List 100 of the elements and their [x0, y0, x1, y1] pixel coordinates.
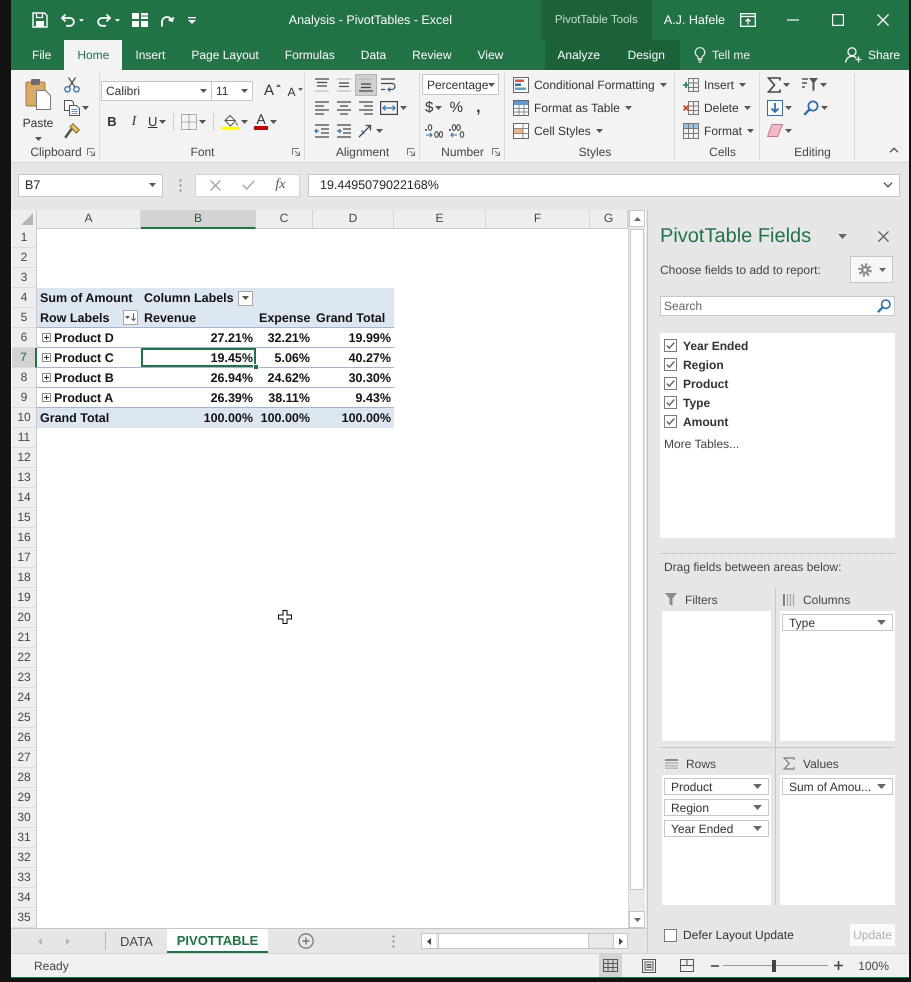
ribbon-tab[interactable]: Analyze [545, 40, 612, 70]
row-header[interactable]: 5 [12, 308, 37, 328]
column-header[interactable]: D [313, 210, 394, 229]
collapse-ribbon-button[interactable] [887, 145, 901, 155]
tell-me-button[interactable]: Tell me [690, 40, 754, 70]
row-header[interactable]: 31 [12, 828, 37, 848]
row-header[interactable]: 10 [12, 408, 37, 428]
row-header[interactable]: 9 [12, 388, 37, 408]
row-header[interactable]: 29 [12, 788, 37, 808]
vertical-dots-icon[interactable] [179, 178, 182, 192]
field-chip[interactable]: Sum of Amou... [782, 778, 893, 795]
more-tables-link[interactable]: More Tables... [664, 437, 740, 451]
expand-icon[interactable] [42, 373, 51, 382]
ribbon-tab[interactable]: Data [348, 40, 400, 70]
format-as-table-button[interactable]: Format as Table [510, 96, 635, 118]
column-header[interactable]: B [141, 210, 256, 229]
field-label[interactable]: Amount [683, 414, 728, 428]
column-header[interactable]: G [590, 210, 628, 229]
row-header[interactable]: 35 [12, 908, 37, 928]
sheet-tab[interactable]: PIVOTTABLE [166, 929, 268, 953]
column-header[interactable]: C [256, 210, 313, 229]
field-label[interactable]: Product [683, 376, 728, 390]
zoom-level[interactable]: 100% [858, 958, 889, 972]
vertical-scrollbar[interactable] [628, 210, 645, 928]
expand-icon[interactable] [42, 353, 51, 362]
row-header[interactable]: 14 [12, 488, 37, 508]
row-header[interactable]: 24 [12, 688, 37, 708]
row-header[interactable]: 19 [12, 588, 37, 608]
ribbon-tab[interactable]: Insert [122, 40, 178, 70]
column-header[interactable]: A [37, 210, 141, 229]
row-header[interactable]: 20 [12, 608, 37, 628]
bold-button[interactable]: B [101, 110, 123, 132]
column-header[interactable]: F [486, 210, 590, 229]
comma-style-button[interactable]: , [467, 96, 490, 118]
field-chip[interactable]: Product [664, 778, 769, 795]
formula-field[interactable]: 19.4495079022168% [308, 174, 900, 196]
dialog-launcher-button[interactable] [491, 147, 501, 158]
dialog-launcher-button[interactable] [406, 147, 416, 158]
font-name-field[interactable]: Calibri [101, 80, 212, 100]
ribbon-tab[interactable]: Design [612, 40, 680, 70]
row-header[interactable]: 28 [12, 768, 37, 788]
field-chip[interactable]: Year Ended [664, 820, 769, 837]
paste-button[interactable]: Paste [15, 73, 61, 144]
checkbox[interactable] [664, 396, 677, 409]
percent-button[interactable]: % [445, 96, 468, 118]
close-pane-button[interactable] [876, 228, 891, 244]
row-header[interactable]: 25 [12, 708, 37, 728]
checkbox[interactable] [664, 928, 677, 942]
row-header[interactable]: 8 [12, 368, 37, 388]
row-header[interactable]: 11 [12, 428, 37, 448]
field-label[interactable]: Type [683, 396, 710, 410]
scroll-down-button[interactable] [629, 911, 645, 928]
zoom-slider-thumb[interactable] [772, 960, 776, 972]
insert-function-button[interactable]: fx [273, 177, 288, 193]
checkbox[interactable] [664, 377, 677, 390]
row-header[interactable]: 4 [12, 288, 37, 308]
font-size-field[interactable]: 11 [211, 80, 253, 100]
field-label[interactable]: Year Ended [683, 338, 748, 352]
row-header[interactable]: 33 [12, 868, 37, 888]
row-header[interactable]: 16 [12, 528, 37, 548]
normal-view-button[interactable] [599, 954, 622, 977]
column-header[interactable]: E [394, 210, 486, 229]
shrink-font-button[interactable]: A [284, 80, 306, 102]
bottom-align-button[interactable] [355, 74, 377, 96]
row-header[interactable]: 12 [12, 448, 37, 468]
row-header[interactable]: 13 [12, 468, 37, 488]
cell-styles-button[interactable]: Cell Styles [510, 120, 606, 142]
scroll-right-button[interactable] [613, 934, 627, 948]
font-color-button[interactable]: A [251, 110, 280, 132]
delete-cells-button[interactable]: Delete [680, 96, 754, 118]
row-header[interactable]: 17 [12, 548, 37, 568]
scrollbar-thumb[interactable] [630, 229, 644, 890]
number-format-field[interactable]: Percentage [422, 74, 499, 95]
checkbox[interactable] [664, 339, 677, 352]
defer-update-label[interactable]: Defer Layout Update [683, 928, 794, 942]
row-header[interactable]: 15 [12, 508, 37, 528]
share-button[interactable]: Share [844, 40, 900, 70]
currency-button[interactable]: $ [422, 96, 446, 118]
user-name[interactable]: A.J. Hafele [664, 9, 725, 31]
fill-handle[interactable] [253, 364, 259, 370]
ribbon-tab[interactable]: Page Layout [178, 40, 272, 70]
row-header[interactable]: 30 [12, 808, 37, 828]
ribbon-tab[interactable]: File [19, 40, 64, 70]
checkbox[interactable] [664, 358, 677, 371]
pane-options-button[interactable] [836, 232, 849, 240]
insert-cells-button[interactable]: Insert [680, 74, 750, 96]
row-header[interactable]: 22 [12, 648, 37, 668]
ribbon-tab[interactable]: View [464, 40, 516, 70]
row-header[interactable]: 32 [12, 848, 37, 868]
italic-button[interactable]: I [123, 110, 145, 132]
row-header[interactable]: 6 [12, 328, 37, 348]
ribbon-tab[interactable]: Formulas [272, 40, 348, 70]
scroll-left-button[interactable] [422, 934, 436, 948]
scrollbar-thumb[interactable] [438, 934, 589, 948]
row-header[interactable]: 3 [12, 268, 37, 288]
sheet-tab[interactable]: DATA [106, 929, 167, 953]
scroll-up-button[interactable] [629, 210, 645, 227]
ribbon-tab[interactable]: Home [64, 40, 122, 70]
row-header[interactable]: 26 [12, 728, 37, 748]
ribbon-tab[interactable]: Review [399, 40, 464, 70]
